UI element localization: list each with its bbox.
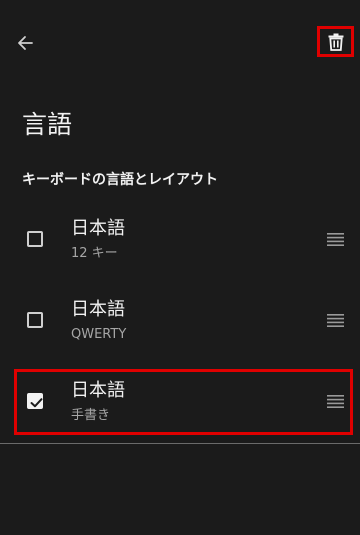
checkbox[interactable] <box>27 231 43 247</box>
layout-name: 手書き <box>71 408 111 423</box>
language-row[interactable]: 日本語 12 キー <box>0 201 360 277</box>
trash-icon <box>328 33 343 51</box>
back-button[interactable] <box>12 31 38 55</box>
layout-name: 12 キー <box>71 246 118 261</box>
language-row[interactable]: 日本語 手書き <box>0 363 360 439</box>
delete-button[interactable] <box>317 26 354 57</box>
drag-handle-icon[interactable] <box>327 233 344 246</box>
drag-handle-icon[interactable] <box>327 395 344 408</box>
checkmark-icon <box>30 398 43 408</box>
section-header: キーボードの言語とレイアウト <box>22 172 218 188</box>
language-row[interactable]: 日本語 QWERTY <box>0 282 360 358</box>
language-name: 日本語 <box>71 218 125 239</box>
arrow-back-icon <box>18 36 33 50</box>
divider <box>0 443 360 444</box>
checkbox[interactable] <box>27 312 43 328</box>
language-name: 日本語 <box>71 299 125 320</box>
layout-name: QWERTY <box>71 327 127 342</box>
language-settings-screen: 言語 キーボードの言語とレイアウト 日本語 12 キー 日本語 QWERTY 日… <box>0 0 360 535</box>
drag-handle-icon[interactable] <box>327 314 344 327</box>
checkbox-checked[interactable] <box>27 393 43 409</box>
page-title: 言語 <box>22 110 73 139</box>
language-name: 日本語 <box>71 380 125 401</box>
